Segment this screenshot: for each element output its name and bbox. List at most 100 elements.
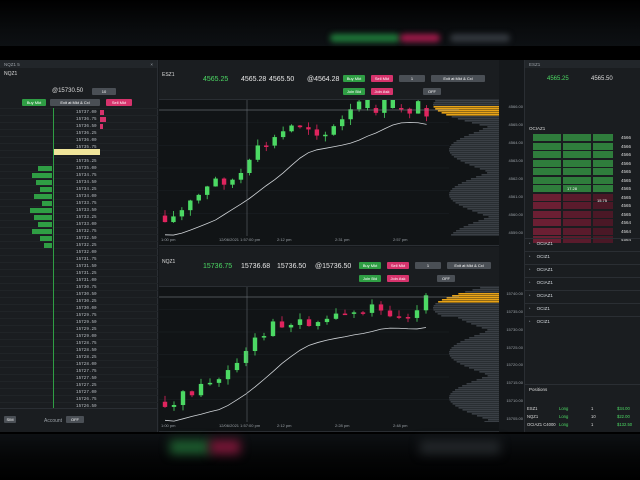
option-row[interactable]: 4565 [525,168,640,176]
option-cell[interactable] [593,142,613,150]
option-cell[interactable] [533,142,561,150]
ladder-row[interactable]: 15727.25 [0,381,158,388]
option-cell[interactable] [563,193,591,201]
position-row[interactable]: NQZ1 Long 10 $22.00 [525,412,640,420]
option-series-item[interactable]: ▸ OCIZ1 [525,316,640,325]
ladder-row[interactable]: 15729.00 [0,332,158,339]
ladder-row[interactable]: 15732.50 [0,234,158,241]
nq-qty-field[interactable]: 1 [415,262,441,269]
option-cell[interactable] [533,151,561,158]
ladder-tab[interactable]: NQZ1 5 × [0,60,157,68]
es-sell-button[interactable]: Sell Mkt [371,75,393,82]
option-row[interactable]: 4566 [525,134,640,142]
ladder-row[interactable]: 15729.50 [0,318,158,325]
option-row[interactable]: 4565 [525,210,640,219]
ladder-row[interactable]: 15733.75 [0,199,158,206]
option-row[interactable]: 4565 [525,185,640,193]
ladder-row[interactable]: 15734.25 [0,185,158,192]
es-off-toggle[interactable]: OFF [423,88,441,95]
ladder-row[interactable]: 15733.00 [0,220,158,227]
option-series-item[interactable]: ▸ OCIAZ1 [525,264,640,273]
ladder-row[interactable]: 15728.00 [0,360,158,367]
es-join-bid-button[interactable]: Join Bid [343,88,365,95]
option-cell[interactable] [593,168,613,175]
ladder-row[interactable]: 15737.00 [0,108,158,115]
option-series-item[interactable]: ▸ OCIZ1 [525,303,640,312]
option-cell[interactable] [533,193,561,201]
nq-sell-button[interactable]: Sell Mkt [387,262,409,269]
ladder-row[interactable]: 15730.75 [0,283,158,290]
ladder-row[interactable]: 15728.50 [0,346,158,353]
option-cell[interactable] [593,202,613,209]
option-cell[interactable] [593,159,613,167]
es-candlestick-chart[interactable] [159,100,499,236]
ladder-row[interactable]: 15731.75 [0,255,158,262]
option-cell[interactable] [563,151,591,158]
ladder-row[interactable]: 15734.50 [0,178,158,185]
ladder-row[interactable]: 15727.50 [0,374,158,381]
ladder-row[interactable]: 15732.00 [0,248,158,255]
option-cell[interactable] [533,185,561,192]
option-cell[interactable] [563,219,591,226]
option-row[interactable]: 4565 [525,193,640,202]
ladder-exit-button[interactable]: Exit at Mkt & Cxl [50,99,100,106]
nq-off-toggle[interactable]: OFF [437,275,455,282]
ladder-row[interactable]: 15729.25 [0,325,158,332]
ladder-row[interactable]: 15736.25 [0,129,158,136]
ladder-row[interactable]: 15728.75 [0,339,158,346]
option-cell[interactable] [593,227,613,235]
ladder-row[interactable]: 15735.00 [0,164,158,171]
option-series-item[interactable]: ▸ OCIAZ1 [525,290,640,299]
ladder-row[interactable]: 15736.50 [0,122,158,129]
ladder-row[interactable]: 15730.50 [0,290,158,297]
nq-join-bid-button[interactable]: Join Bid [359,275,381,282]
option-row[interactable]: 4566 [525,159,640,168]
option-row[interactable]: 4566 [525,142,640,151]
ladder-row[interactable]: 15727.00 [0,388,158,395]
ladder-qty-field[interactable]: 10 [92,88,116,95]
option-cell[interactable] [533,159,561,167]
option-cell[interactable] [563,159,591,167]
option-row[interactable]: 4565 [525,202,640,210]
option-row[interactable]: 4564 [525,219,640,227]
ladder-row[interactable]: 15733.50 [0,206,158,213]
account-toggle[interactable]: OFF [66,416,84,423]
option-cell[interactable] [533,134,561,141]
option-series-item[interactable]: ▸ OCIAZ1 [525,238,640,247]
ladder-row[interactable]: 15730.25 [0,297,158,304]
ladder-row[interactable]: 15729.75 [0,311,158,318]
ladder-row[interactable]: 15734.75 [0,171,158,178]
es-join-ask-button[interactable]: Join Ask [371,88,393,95]
option-cell[interactable] [533,227,561,235]
option-cell[interactable] [533,219,561,226]
ladder-row[interactable]: 15726.75 [0,395,158,402]
es-qty-field[interactable]: 1 [399,75,425,82]
nq-join-ask-button[interactable]: Join Ask [387,275,409,282]
option-cell[interactable] [593,151,613,158]
option-cell[interactable] [563,176,591,184]
option-cell[interactable] [593,185,613,192]
es-buy-button[interactable]: Buy Mkt [343,75,365,82]
option-row[interactable]: 4565 [525,176,640,185]
ladder-row[interactable]: 15732.25 [0,241,158,248]
option-cell[interactable] [563,227,591,235]
ladder-row[interactable]: 15733.25 [0,213,158,220]
order-panel-tab[interactable]: ESZ1 [525,60,640,68]
nq-exit-button[interactable]: Exit at Mkt & Cxl [447,262,491,269]
option-cell[interactable] [563,134,591,141]
nq-buy-button[interactable]: Buy Mkt [359,262,381,269]
option-series-item[interactable]: ▸ OCIAZ1 [525,277,640,286]
ladder-buy-button[interactable]: Buy Mkt [22,99,46,106]
option-cell[interactable] [593,134,613,141]
ladder-row[interactable]: 15736.75 [0,115,158,122]
close-icon[interactable]: × [150,62,153,67]
ladder-row[interactable]: 15731.25 [0,269,158,276]
position-row[interactable]: ESZ1 Long 1 $34.00 [525,404,640,412]
ladder-row[interactable]: 15731.00 [0,276,158,283]
option-series-item[interactable]: ▸ OCIZ1 [525,251,640,260]
ladder-row[interactable]: 15731.50 [0,262,158,269]
ladder-row[interactable]: 15736.00 [0,136,158,143]
ladder-row[interactable]: 15732.75 [0,227,158,234]
option-cell[interactable] [533,210,561,218]
option-cell[interactable] [533,202,561,209]
